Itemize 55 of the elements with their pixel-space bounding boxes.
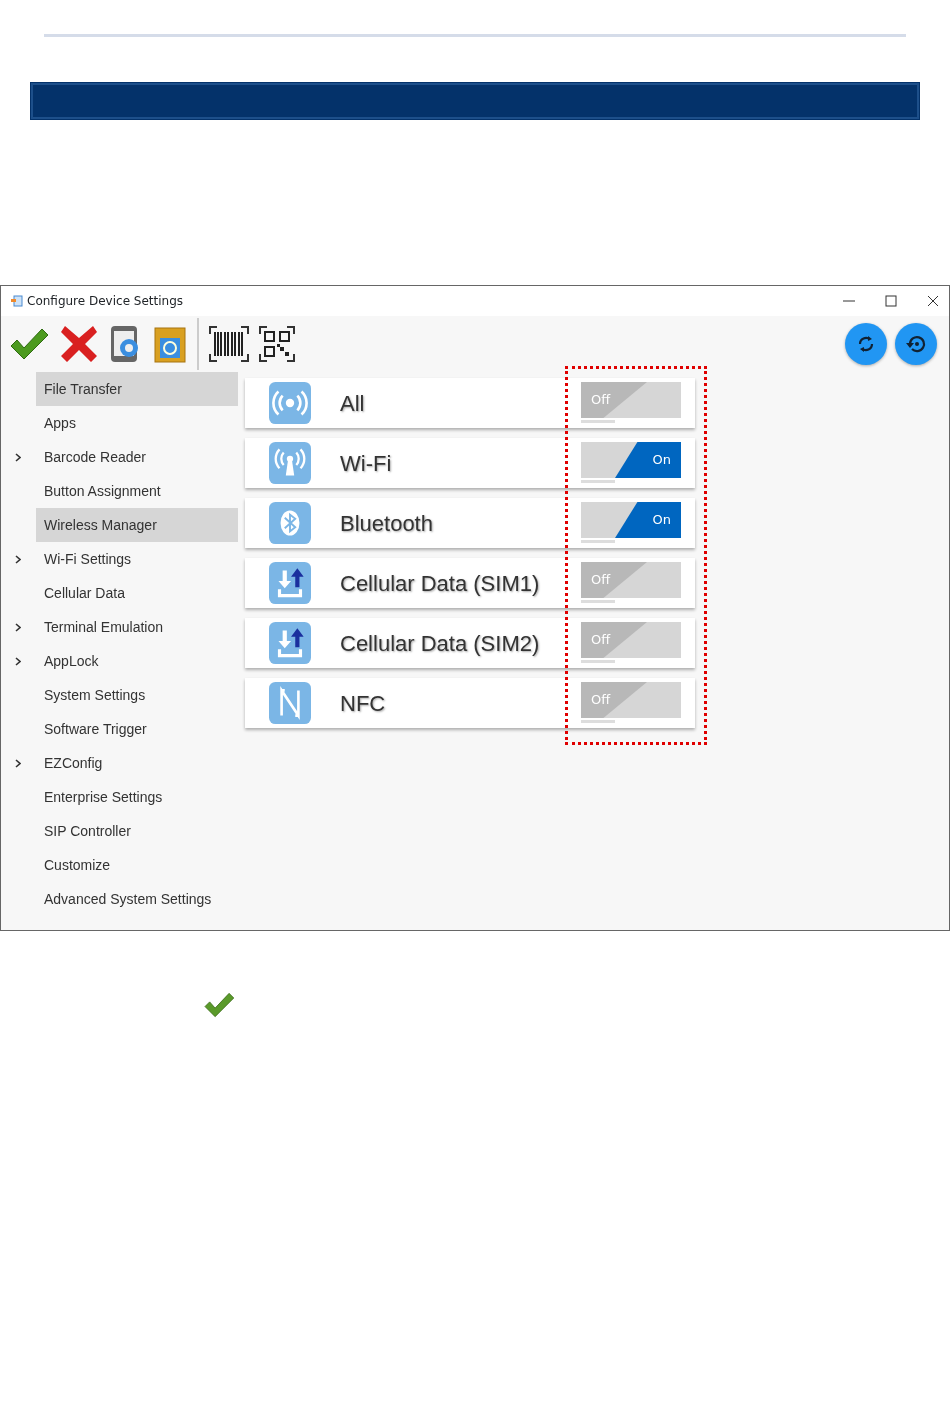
bluetooth-icon	[269, 502, 311, 544]
wireless-label: Wi-Fi	[340, 449, 393, 478]
sidebar-item[interactable]: File Transfer	[36, 372, 238, 406]
antenna-icon	[269, 442, 311, 484]
box-restore-icon[interactable]	[153, 324, 187, 364]
sidebar-item[interactable]: Advanced System Settings	[36, 882, 238, 916]
maximize-button[interactable]	[885, 295, 897, 307]
qr-code-icon[interactable]	[259, 326, 295, 362]
wireless-label: Cellular Data (SIM2)	[340, 629, 541, 658]
toggle-label: Off	[591, 691, 611, 710]
toggle-label: Off	[591, 391, 611, 410]
sidebar-item[interactable]: Button Assignment	[36, 474, 238, 508]
chevron-icon[interactable]	[15, 759, 21, 769]
window-title: Configure Device Settings	[27, 293, 184, 310]
sidebar-item[interactable]: Wireless Manager	[36, 508, 238, 542]
sidebar-item[interactable]: Barcode Reader	[36, 440, 238, 474]
sidebar-item[interactable]: Customize	[36, 848, 238, 882]
restore-icon	[905, 333, 927, 355]
sidebar-item[interactable]: Cellular Data	[36, 576, 238, 610]
toggle-switch[interactable]: On	[581, 502, 681, 538]
toggle-label: Off	[591, 631, 611, 650]
wireless-label: NFC	[340, 689, 387, 718]
wireless-label: Cellular Data (SIM1)	[340, 569, 541, 598]
chevron-icon[interactable]	[15, 657, 21, 667]
app-icon	[11, 295, 23, 307]
checkmark-icon	[202, 991, 236, 1019]
sidebar-item[interactable]: Enterprise Settings	[36, 780, 238, 814]
sidebar-item[interactable]: Wi-Fi Settings	[36, 542, 238, 576]
close-button[interactable]	[927, 295, 939, 307]
sidebar-item[interactable]: AppLock	[36, 644, 238, 678]
sync-icon	[856, 334, 876, 354]
sidebar-item[interactable]: EZConfig	[36, 746, 238, 780]
wireless-label: All	[340, 389, 366, 418]
broadcast-icon	[269, 382, 311, 424]
chevron-icon[interactable]	[15, 453, 21, 463]
sidebar-item[interactable]: System Settings	[36, 678, 238, 712]
upload-download-icon	[269, 622, 311, 664]
chevron-icon[interactable]	[15, 623, 21, 633]
toggle-label: On	[652, 451, 671, 470]
chevron-icon[interactable]	[15, 555, 21, 565]
upload-download-icon	[269, 562, 311, 604]
toggle-label: Off	[591, 571, 611, 590]
wireless-label: Bluetooth	[340, 509, 434, 538]
cross-icon[interactable]	[59, 324, 99, 364]
barcode-icon[interactable]	[209, 326, 249, 362]
restore-button[interactable]	[895, 323, 937, 365]
sidebar-item[interactable]: Terminal Emulation	[36, 610, 238, 644]
toggle-switch[interactable]: On	[581, 442, 681, 478]
sidebar-item[interactable]: Apps	[36, 406, 238, 440]
nfc-icon	[269, 682, 311, 724]
sidebar-item[interactable]: Software Trigger	[36, 712, 238, 746]
checkmark-icon[interactable]	[9, 326, 49, 362]
sidebar-item[interactable]: SIP Controller	[36, 814, 238, 848]
toggle-label: On	[652, 511, 671, 530]
sync-button[interactable]	[845, 323, 887, 365]
